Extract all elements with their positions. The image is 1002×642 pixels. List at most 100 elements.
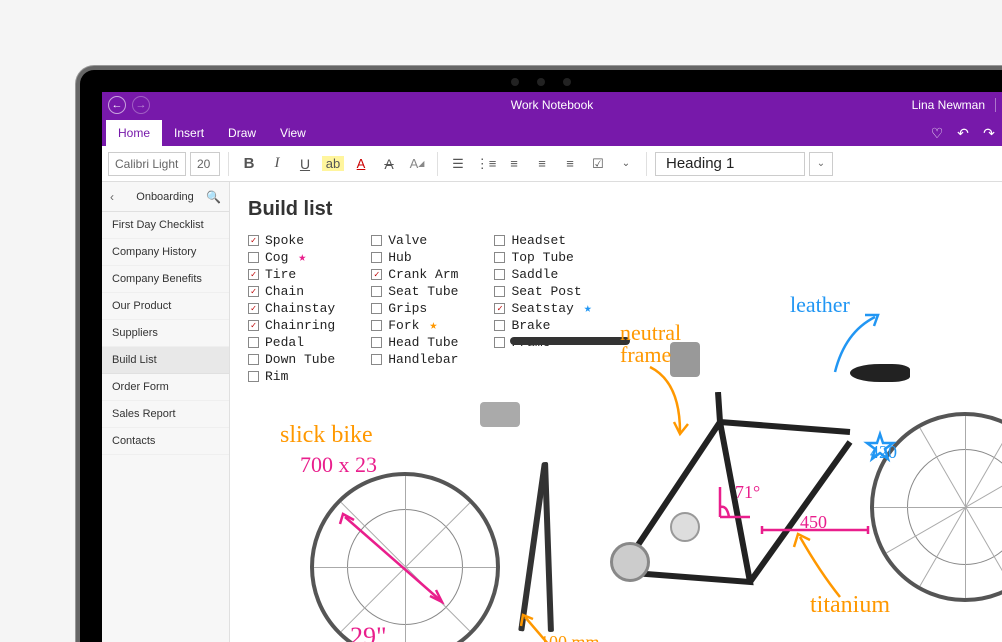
checklist-item[interactable]: Seat Post (494, 284, 591, 299)
tab-view[interactable]: View (268, 120, 318, 146)
outdent-button[interactable]: ≡ (502, 152, 526, 176)
checklist-label: Brake (511, 318, 550, 333)
style-select[interactable]: Heading 1 (655, 152, 805, 176)
checklist-item[interactable]: Top Tube (494, 250, 591, 265)
ink-arrow (830, 312, 890, 382)
bike-part (480, 402, 520, 427)
font-name-select[interactable]: Calibri Light (108, 152, 186, 176)
undo-button[interactable]: ↶ (950, 120, 976, 146)
checkbox-icon[interactable] (371, 235, 382, 246)
checkbox-icon[interactable] (371, 320, 382, 331)
forward-button[interactable]: → (132, 96, 150, 114)
highlight-button[interactable]: ab (321, 152, 345, 176)
checkbox-icon[interactable] (494, 320, 505, 331)
nav-back-icon[interactable]: ‹ (110, 190, 124, 204)
checklist-item[interactable]: ✓Seatstay★ (494, 301, 591, 316)
checkbox-icon[interactable]: ✓ (248, 286, 259, 297)
search-icon[interactable]: 🔍 (206, 190, 221, 204)
checkbox-icon[interactable]: ✓ (248, 320, 259, 331)
lightbulb-icon[interactable]: ♡ (924, 120, 950, 146)
font-color-button[interactable]: A (349, 152, 373, 176)
nav-item-order-form[interactable]: Order Form (102, 374, 229, 401)
checklist-label: Crank Arm (388, 267, 458, 282)
checkbox-icon[interactable] (494, 252, 505, 263)
camera (511, 78, 571, 86)
checkbox-icon[interactable]: ✓ (494, 303, 505, 314)
checkbox-icon[interactable]: ✓ (371, 269, 382, 280)
checkbox-icon[interactable] (494, 286, 505, 297)
bullet-list-button[interactable]: ☰ (446, 152, 470, 176)
nav-item-contacts[interactable]: Contacts (102, 428, 229, 455)
checklist-item[interactable]: Seat Tube (371, 284, 458, 299)
number-list-button[interactable]: ⋮≡ (474, 152, 498, 176)
bike-fork-2 (542, 462, 554, 632)
checkbox-button[interactable]: ☑ (586, 152, 610, 176)
device-frame: ← → Work Notebook Lina Newman Home Inser… (80, 70, 1002, 642)
checkbox-icon[interactable] (494, 235, 505, 246)
checklist-label: Headset (511, 233, 566, 248)
checklist-label: Spoke (265, 233, 304, 248)
align-button[interactable]: ≡ (558, 152, 582, 176)
checklist-item[interactable]: ✓ Spoke (248, 233, 335, 248)
annotation-29in: 29" (350, 622, 387, 642)
ribbon-tabs: Home Insert Draw View ♡ ↶ ↷ (102, 118, 1002, 146)
checkbox-icon[interactable]: ✓ (248, 303, 259, 314)
nav-item-sales-report[interactable]: Sales Report (102, 401, 229, 428)
redo-button[interactable]: ↷ (976, 120, 1002, 146)
more-button[interactable]: ⌄ (614, 152, 638, 176)
app-screen: ← → Work Notebook Lina Newman Home Inser… (102, 92, 1002, 642)
annotation-700x23: 700 x 23 (300, 452, 377, 478)
bike-part (610, 542, 650, 582)
checkbox-icon[interactable] (371, 303, 382, 314)
checklist-item[interactable]: ✓Chainstay (248, 301, 335, 316)
page-canvas[interactable]: Build list ✓SpokeCog★✓Tire✓Chain✓Chainst… (230, 182, 1002, 642)
ink-arrow (630, 362, 710, 442)
checklist-item[interactable]: ✓ Crank Arm (371, 267, 458, 282)
nav-item-product[interactable]: Our Product (102, 293, 229, 320)
clear-format-button[interactable]: A◢ (405, 152, 429, 176)
checklist-label: Chain (265, 284, 304, 299)
checklist-item[interactable]: Brake (494, 318, 591, 333)
annotation-slick-bike: slick bike (280, 422, 373, 449)
checkbox-icon[interactable]: ✓ (248, 269, 259, 280)
checklist-label: Tire (265, 267, 296, 282)
checklist-item[interactable]: Valve (371, 233, 458, 248)
checklist-item[interactable]: Headset (494, 233, 591, 248)
annotation-neutral-frame: neutral frame (620, 322, 700, 366)
checkbox-icon[interactable]: ✓ (248, 235, 259, 246)
nav-item-benefits[interactable]: Company Benefits (102, 266, 229, 293)
checklist-item[interactable]: Saddle (494, 267, 591, 282)
bold-button[interactable]: B (237, 152, 261, 176)
indent-button[interactable]: ≡ (530, 152, 554, 176)
checklist-item[interactable]: ✓ Tire (248, 267, 335, 282)
nav-item-first-day[interactable]: First Day Checklist (102, 212, 229, 239)
user-name[interactable]: Lina Newman (912, 98, 985, 112)
checkbox-icon[interactable] (248, 252, 259, 263)
checklist-item[interactable]: Grips (371, 301, 458, 316)
ink-star (865, 432, 895, 462)
section-name[interactable]: Onboarding (124, 191, 206, 203)
font-size-select[interactable]: 20 (190, 152, 220, 176)
ink-arrow (790, 532, 860, 612)
strikethrough-button[interactable]: A (377, 152, 401, 176)
star-icon: ★ (298, 250, 306, 265)
underline-button[interactable]: U (293, 152, 317, 176)
checklist-item[interactable]: ✓Chainring (248, 318, 335, 333)
italic-button[interactable]: I (265, 152, 289, 176)
tab-draw[interactable]: Draw (216, 120, 268, 146)
nav-item-history[interactable]: Company History (102, 239, 229, 266)
back-button[interactable]: ← (108, 96, 126, 114)
checklist-item[interactable]: Fork★ (371, 318, 458, 333)
checklist-item[interactable]: Cog★ (248, 250, 335, 265)
style-dropdown[interactable]: ⌄ (809, 152, 833, 176)
tab-insert[interactable]: Insert (162, 120, 216, 146)
nav-item-suppliers[interactable]: Suppliers (102, 320, 229, 347)
checklist-item[interactable]: ✓ Chain (248, 284, 335, 299)
star-icon: ★ (584, 301, 592, 316)
tab-home[interactable]: Home (106, 120, 162, 146)
checklist-item[interactable]: Hub (371, 250, 458, 265)
checkbox-icon[interactable] (371, 286, 382, 297)
checkbox-icon[interactable] (494, 269, 505, 280)
checkbox-icon[interactable] (371, 252, 382, 263)
nav-item-build-list[interactable]: Build List (102, 347, 229, 374)
